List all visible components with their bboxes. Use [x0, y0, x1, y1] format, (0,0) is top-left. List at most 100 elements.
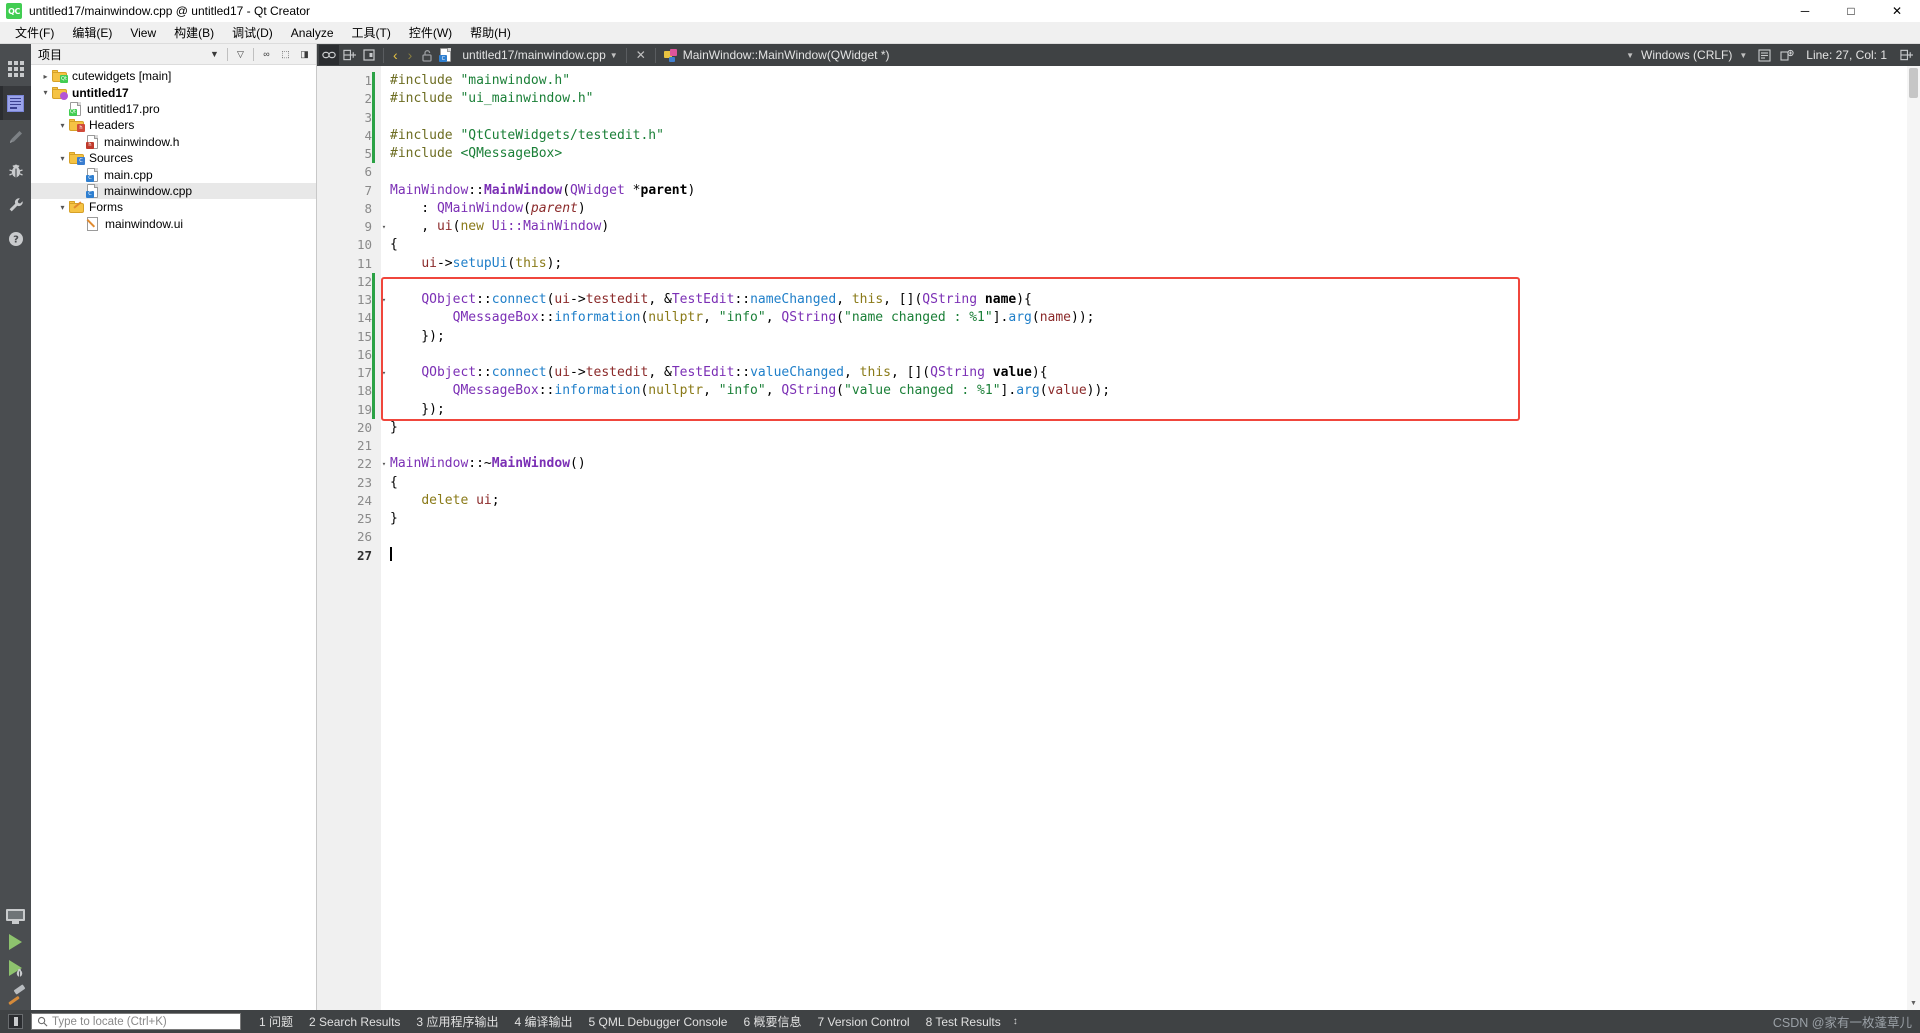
output-pane-search-results[interactable]: 2 Search Results	[301, 1015, 408, 1029]
mode-edit[interactable]	[0, 86, 31, 120]
link-editors-icon[interactable]	[319, 45, 339, 65]
cursor-position-label[interactable]: Line: 27, Col: 1	[1800, 48, 1893, 62]
menu-view[interactable]: View	[121, 24, 165, 42]
menu-tools[interactable]: 工具(T)	[343, 22, 400, 43]
code-line[interactable]: QObject::connect(ui->testedit, &TestEdit…	[381, 364, 1920, 382]
navigate-back-button[interactable]: ‹	[388, 47, 403, 63]
code-line[interactable]: }	[381, 419, 1920, 437]
chevron-down-icon[interactable]: ▾	[39, 88, 52, 97]
tree-item-untitled17-pro[interactable]: Qt untitled17.pro	[31, 101, 316, 117]
code-line[interactable]: #include "ui_mainwindow.h"	[381, 90, 1920, 108]
code-line[interactable]: });	[381, 401, 1920, 419]
tree-item-main-cpp[interactable]: Cmain.cpp	[31, 166, 316, 182]
code-line[interactable]: MainWindow::MainWindow(QWidget *parent)	[381, 182, 1920, 200]
menu-debug[interactable]: 调试(D)	[223, 22, 282, 43]
chevron-down-icon[interactable]: ▾	[56, 154, 69, 163]
code-line[interactable]	[381, 273, 1920, 291]
output-pane-qml-debugger-console[interactable]: 5 QML Debugger Console	[580, 1015, 735, 1029]
mode-design[interactable]	[0, 120, 31, 154]
code-line[interactable]: delete ui;	[381, 492, 1920, 510]
split-icon[interactable]: ⬚	[277, 46, 294, 63]
mode-welcome[interactable]	[0, 52, 31, 86]
code-line[interactable]: ui->setupUi(this);	[381, 255, 1920, 273]
code-line[interactable]: }	[381, 510, 1920, 528]
code-line[interactable]: {	[381, 236, 1920, 254]
code-line[interactable]: QObject::connect(ui->testedit, &TestEdit…	[381, 291, 1920, 309]
toggle-sidebar-button[interactable]	[8, 1014, 23, 1029]
code-line[interactable]: MainWindow::~MainWindow()	[381, 455, 1920, 473]
navigate-forward-button[interactable]: ›	[403, 47, 418, 63]
menu-analyze[interactable]: Analyze	[282, 24, 343, 42]
output-pane-test-results[interactable]: 8 Test Results	[918, 1015, 1009, 1029]
tree-item-mainwindow-h[interactable]: h mainwindow.h	[31, 134, 316, 150]
menu-help[interactable]: 帮助(H)	[461, 22, 520, 43]
close-document-button[interactable]: ✕	[631, 48, 651, 62]
hammer-icon[interactable]	[7, 984, 25, 1006]
bookmark-icon[interactable]	[1777, 45, 1797, 65]
split-editor-icon[interactable]	[339, 45, 359, 65]
split-editor-right-icon[interactable]	[1896, 45, 1916, 65]
code-line[interactable]: {	[381, 474, 1920, 492]
output-pane-version-control[interactable]: 7 Version Control	[810, 1015, 918, 1029]
close-split-icon[interactable]	[359, 45, 379, 65]
filter-icon[interactable]: ▽	[232, 46, 249, 63]
maximize-button[interactable]: □	[1828, 0, 1874, 22]
editor-vertical-scrollbar[interactable]: ▲ ▼	[1907, 66, 1920, 1010]
open-documents-dropdown[interactable]: ▼	[606, 51, 622, 60]
close-button[interactable]: ✕	[1874, 0, 1920, 22]
mode-projects[interactable]	[0, 188, 31, 222]
code-line[interactable]: });	[381, 328, 1920, 346]
tree-item-untitled17[interactable]: ▾ untitled17	[31, 84, 316, 100]
open-file-tab[interactable]: C untitled17/mainwindow.cpp	[439, 48, 606, 62]
chevron-down-icon[interactable]: ▾	[56, 203, 69, 212]
line-ending-label[interactable]: Windows (CRLF)	[1641, 48, 1732, 62]
play-icon[interactable]	[9, 934, 22, 950]
code-line[interactable]: #include "mainwindow.h"	[381, 72, 1920, 90]
chevron-right-icon[interactable]: ▸	[39, 72, 52, 81]
scroll-down-arrow[interactable]: ▼	[1907, 997, 1920, 1010]
scrollbar-thumb[interactable]	[1909, 68, 1918, 98]
lock-icon[interactable]	[417, 45, 437, 65]
output-pane-application-output[interactable]: 3 应用程序输出	[408, 1013, 506, 1030]
symbol-selector[interactable]: MainWindow::MainWindow(QWidget *)	[663, 48, 890, 62]
mode-debug[interactable]	[0, 154, 31, 188]
menu-edit[interactable]: 编辑(E)	[63, 22, 121, 43]
chevron-down-icon[interactable]: ▾	[56, 121, 69, 130]
minimize-button[interactable]: ─	[1782, 0, 1828, 22]
code-line[interactable]: QMessageBox::information (nullptr, "info"…	[381, 382, 1920, 400]
tree-item-headers[interactable]: ▾ h Headers	[31, 117, 316, 133]
output-pane-updown-arrows[interactable]: ↕	[1009, 1016, 1018, 1027]
tree-item-cutewidgets[interactable]: ▸ Qt cutewidgets [main]	[31, 68, 316, 84]
menu-build[interactable]: 构建(B)	[165, 22, 223, 43]
line-ending-dropdown[interactable]: ▼	[1735, 51, 1751, 60]
tree-item-forms[interactable]: ▾ Forms	[31, 199, 316, 215]
code-line[interactable]	[381, 346, 1920, 364]
locator-input[interactable]: Type to locate (Ctrl+K)	[31, 1013, 241, 1030]
code-text-area[interactable]: #include "mainwindow.h" #include "ui_main…	[381, 66, 1920, 1010]
code-line[interactable]: #include "QtCuteWidgets/testedit.h"	[381, 127, 1920, 145]
output-pane-general-messages[interactable]: 6 概要信息	[735, 1013, 809, 1030]
link-with-editor-icon[interactable]: ∞	[258, 46, 275, 63]
mode-help[interactable]: ?	[0, 222, 31, 256]
tree-item-mainwindow-cpp[interactable]: Cmainwindow.cpp	[31, 182, 316, 200]
code-line[interactable]: QMessageBox::information (nullptr, "info"…	[381, 309, 1920, 327]
code-line[interactable]	[381, 528, 1920, 546]
code-line[interactable]: , ui(new Ui::MainWindow)	[381, 218, 1920, 236]
code-editor[interactable]: 1 2 3 4 5 6 7 8 9 ▾ 10 11 12 13 ▾ 14 15 16 17 ▾ 18 19 20 21 22 ▾ 2…	[317, 66, 1920, 1010]
code-line[interactable]: #include <QMessageBox>	[381, 145, 1920, 163]
code-line[interactable]: : QMainWindow(parent)	[381, 200, 1920, 218]
code-line[interactable]	[381, 163, 1920, 181]
text-wrapping-icon[interactable]	[1754, 45, 1774, 65]
code-line[interactable]	[381, 109, 1920, 127]
play-bug-icon[interactable]	[9, 960, 23, 978]
sidebar-view-dropdown[interactable]: ▼	[206, 46, 223, 63]
menu-window[interactable]: 控件(W)	[400, 22, 461, 43]
symbol-dropdown-caret[interactable]: ▼	[1622, 51, 1638, 60]
tree-item-sources[interactable]: ▾ C Sources	[31, 150, 316, 166]
monitor-icon[interactable]	[6, 909, 25, 924]
tree-item-mainwindow-ui[interactable]: mainwindow.ui	[31, 216, 316, 232]
code-line[interactable]	[381, 546, 1920, 565]
output-pane-issues[interactable]: 1 问题	[251, 1013, 301, 1030]
code-line[interactable]	[381, 437, 1920, 455]
menu-file[interactable]: 文件(F)	[6, 22, 63, 43]
